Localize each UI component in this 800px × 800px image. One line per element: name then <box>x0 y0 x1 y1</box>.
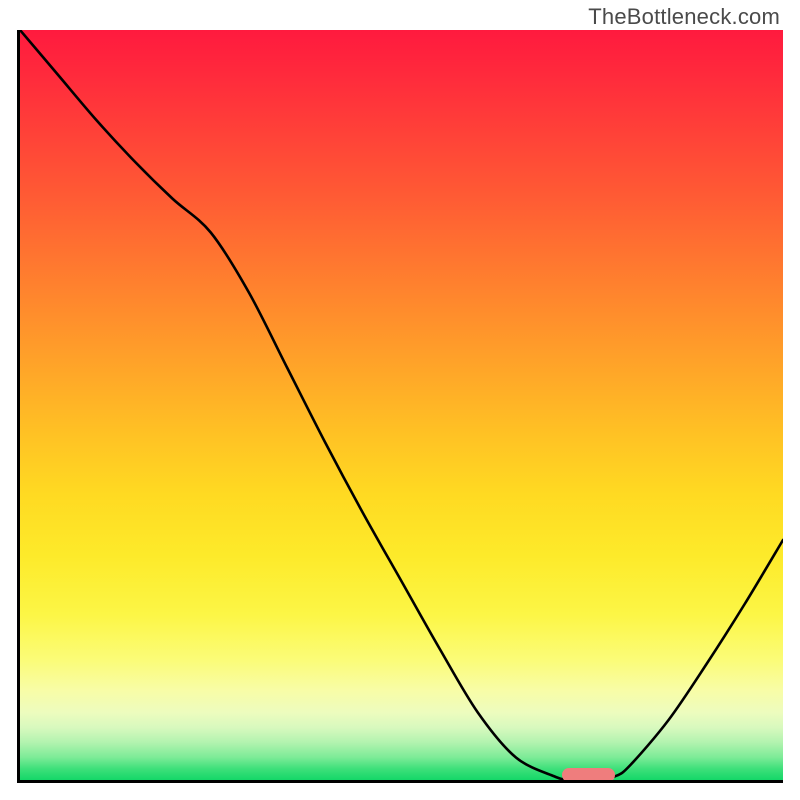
watermark-text: TheBottleneck.com <box>588 4 780 30</box>
plot-area <box>17 30 783 783</box>
optimal-range-marker <box>562 768 615 782</box>
chart-container: TheBottleneck.com <box>0 0 800 800</box>
bottleneck-curve <box>20 30 783 780</box>
curve-path <box>20 30 783 780</box>
